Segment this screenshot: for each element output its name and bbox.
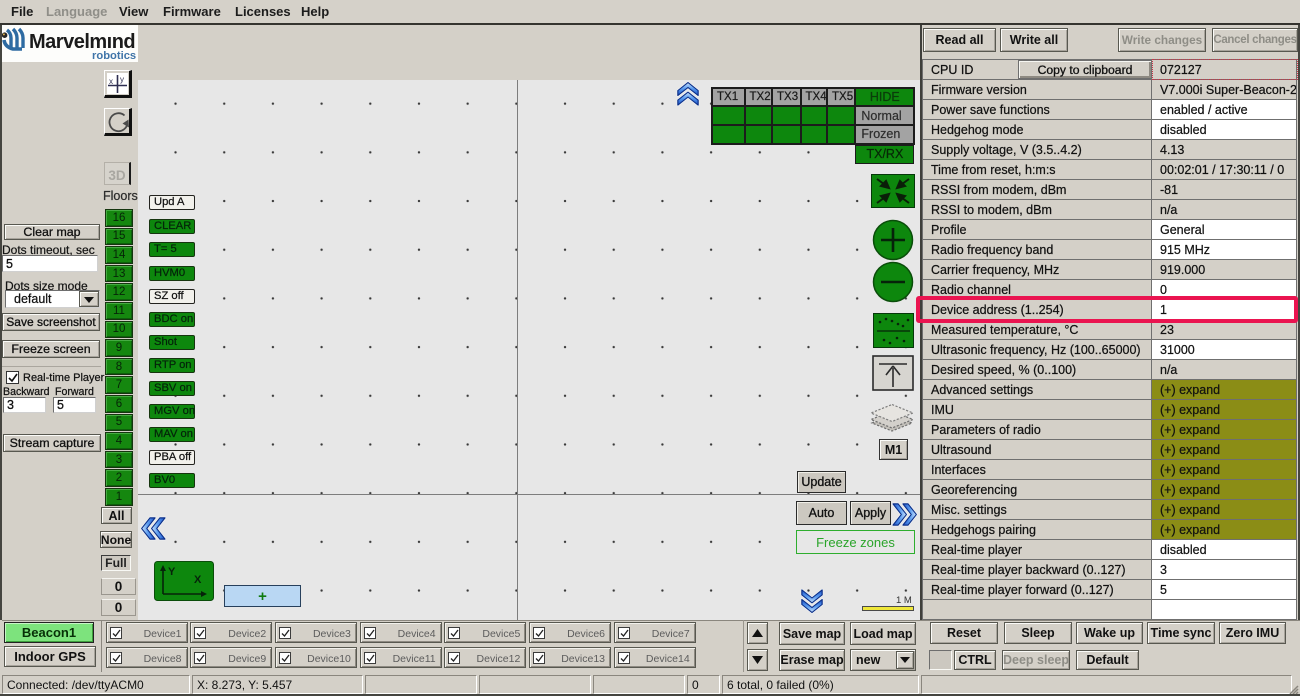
- svg-text:y: y: [120, 75, 124, 84]
- svg-text:x: x: [109, 77, 113, 86]
- svg-text:X: X: [194, 574, 202, 586]
- svg-text:Y: Y: [168, 566, 176, 578]
